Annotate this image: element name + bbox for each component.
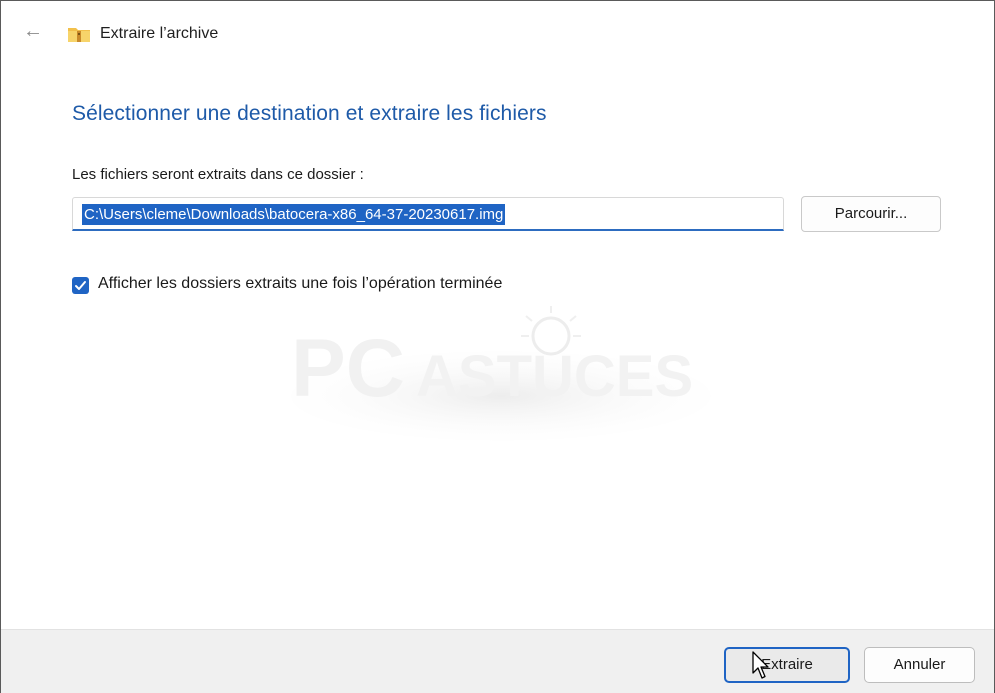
show-folders-label: Afficher les dossiers extraits une fois …: [98, 275, 503, 292]
arrow-left-icon[interactable]: ←: [23, 21, 43, 41]
show-folders-checkbox[interactable]: [72, 277, 89, 294]
cancel-button[interactable]: Annuler: [864, 647, 975, 683]
page-heading: Sélectionner une destination et extraire…: [72, 102, 547, 125]
destination-path-value: C:\Users\cleme\Downloads\batocera-x86_64…: [82, 204, 506, 225]
browse-button[interactable]: Parcourir...: [801, 196, 941, 232]
window-title: Extraire l’archive: [100, 25, 219, 42]
mouse-cursor-icon: [752, 651, 769, 679]
destination-path-input[interactable]: C:\Users\cleme\Downloads\batocera-x86_64…: [72, 197, 784, 231]
extract-archive-dialog: ← Extraire l’archive Sélectionner une de…: [0, 0, 995, 693]
title-bar: ← Extraire l’archive: [1, 1, 994, 61]
pc-astuces-watermark: PC ASTUCES: [291, 306, 711, 441]
destination-label: Les fichiers seront extraits dans ce dos…: [72, 166, 364, 183]
extract-button[interactable]: Extraire: [724, 647, 850, 683]
checkmark-icon: [75, 281, 86, 290]
dialog-footer: Extraire Annuler: [1, 629, 994, 693]
zip-folder-icon: [68, 28, 90, 42]
watermark-text-main: PC: [291, 323, 405, 414]
watermark-text-secondary: ASTUCES: [416, 344, 693, 409]
